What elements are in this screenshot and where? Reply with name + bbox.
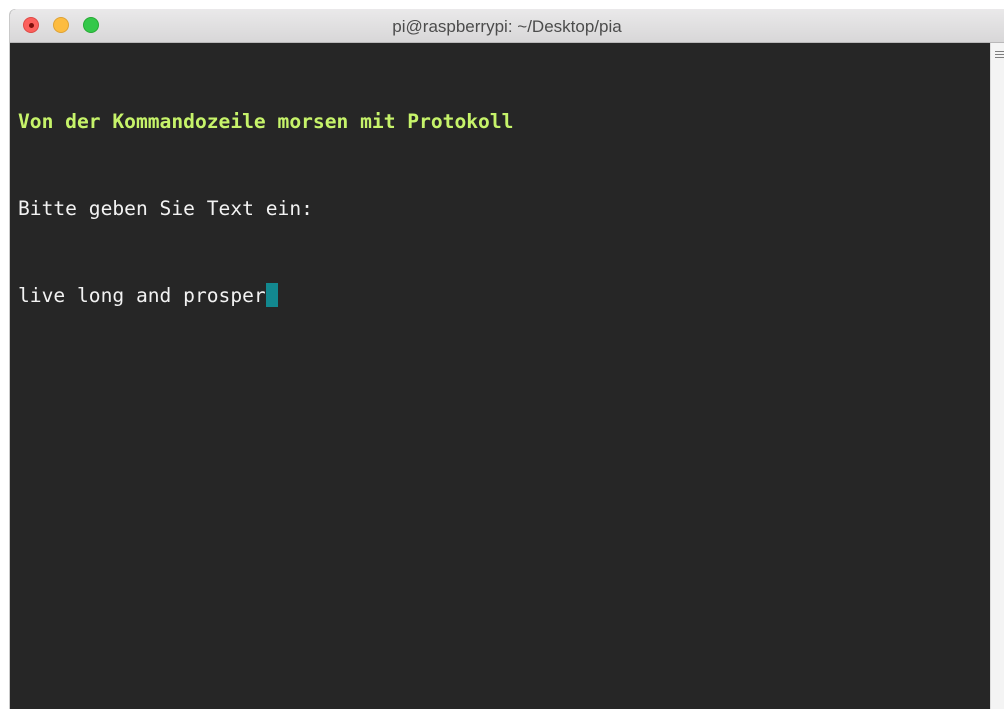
- terminal-prompt-line: Bitte geben Sie Text ein:: [18, 197, 313, 220]
- text-cursor: [265, 283, 278, 307]
- vertical-scrollbar[interactable]: [990, 43, 1004, 709]
- scroll-grip-icon[interactable]: [995, 51, 1004, 59]
- terminal-input-text: live long and prosper: [18, 284, 266, 307]
- terminal-window: pi@raspberrypi: ~/Desktop/pia Von der Ko…: [10, 9, 1004, 709]
- terminal-output[interactable]: Von der Kommandozeile morsen mit Protoko…: [10, 43, 990, 709]
- terminal-header-line: Von der Kommandozeile morsen mit Protoko…: [18, 110, 514, 133]
- terminal-input-line[interactable]: live long and prosper: [18, 281, 990, 310]
- window-title: pi@raspberrypi: ~/Desktop/pia: [392, 17, 622, 36]
- title-bar[interactable]: pi@raspberrypi: ~/Desktop/pia: [10, 9, 1004, 43]
